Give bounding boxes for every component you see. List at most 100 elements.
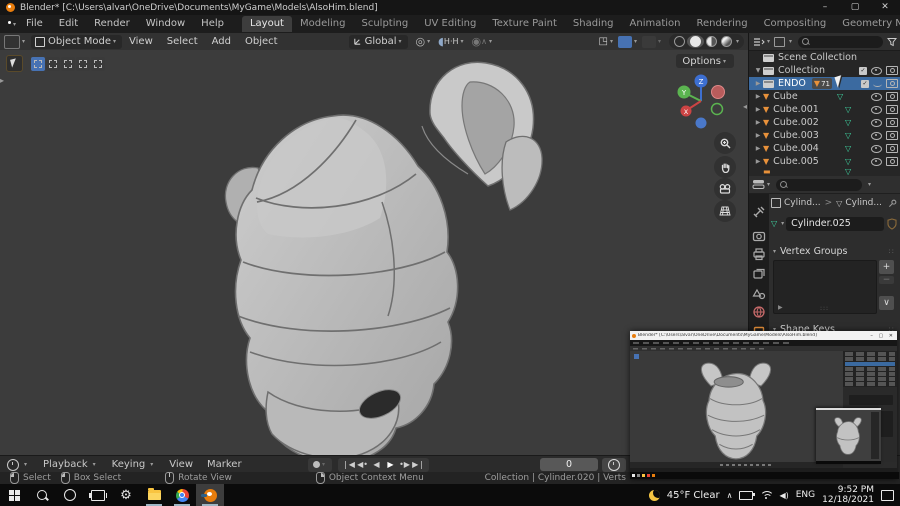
- eye-visible-icon[interactable]: [871, 92, 882, 101]
- tab-shading[interactable]: Shading: [565, 16, 622, 32]
- outliner-row-collection[interactable]: ▼ Collection ✓: [749, 64, 900, 77]
- disclosure-closed-icon[interactable]: ▶: [753, 145, 763, 152]
- action-center-icon[interactable]: [881, 489, 894, 501]
- battery-icon[interactable]: [739, 490, 755, 500]
- menu-keying[interactable]: Keying ▾: [105, 459, 163, 470]
- tab-geometry-nodes[interactable]: Geometry Nod: [834, 16, 900, 32]
- cortana-button[interactable]: [56, 484, 84, 506]
- eye-visible-icon[interactable]: [871, 131, 882, 140]
- outliner-display-mode-icon[interactable]: [753, 37, 765, 47]
- pivot-point-icon[interactable]: ◎: [416, 35, 426, 48]
- tab-view-layer-icon[interactable]: [752, 267, 766, 281]
- current-frame-field[interactable]: 0: [540, 458, 598, 471]
- disclosure-closed-icon[interactable]: ▶: [753, 93, 763, 100]
- rendered-shading-icon[interactable]: [720, 36, 732, 47]
- menu-select[interactable]: Select: [160, 36, 205, 47]
- mode-selector[interactable]: Object Mode ▾: [31, 34, 123, 49]
- fake-user-shield-icon[interactable]: [887, 217, 897, 230]
- camera-render-icon[interactable]: [886, 157, 898, 166]
- hidden-icons-chevron[interactable]: ∧: [727, 491, 733, 500]
- list-expand-icon[interactable]: ▶: [778, 304, 783, 311]
- editor-type-icon[interactable]: [4, 34, 20, 49]
- eye-visible-icon[interactable]: [871, 144, 882, 153]
- eye-visible-icon[interactable]: [871, 157, 882, 166]
- minimize-button[interactable]: –: [810, 0, 840, 15]
- breadcrumb-object[interactable]: Cylind...: [784, 198, 821, 208]
- close-button[interactable]: ✕: [870, 0, 900, 15]
- menu-marker[interactable]: Marker: [200, 459, 249, 470]
- menu-help[interactable]: Help: [193, 15, 232, 33]
- collection-checkbox[interactable]: ✓: [861, 79, 869, 88]
- stopwatch-button[interactable]: [602, 457, 626, 472]
- start-button[interactable]: [0, 484, 28, 506]
- vertex-group-specials-button[interactable]: ∨: [879, 296, 894, 310]
- eye-visible-icon[interactable]: [871, 66, 882, 75]
- settings-button[interactable]: ⚙: [112, 484, 140, 506]
- select-mode-intersect-icon[interactable]: [91, 56, 105, 71]
- menu-window[interactable]: Window: [138, 15, 193, 33]
- disclosure-closed-icon[interactable]: ▶: [753, 106, 763, 113]
- tab-world-icon[interactable]: [752, 305, 766, 319]
- transform-orientation[interactable]: Global ▾: [348, 34, 408, 49]
- task-view-button[interactable]: [84, 484, 112, 506]
- jump-to-end-icon[interactable]: ▶❘: [412, 460, 425, 469]
- tab-uv-editing[interactable]: UV Editing: [416, 16, 484, 32]
- wireframe-shading-icon[interactable]: [673, 36, 685, 47]
- zoom-view-icon[interactable]: [714, 132, 736, 154]
- wifi-icon[interactable]: [760, 490, 773, 500]
- show-overlays-icon[interactable]: [617, 35, 632, 48]
- material-shading-icon[interactable]: [705, 36, 717, 47]
- tab-scene-icon[interactable]: [752, 287, 766, 301]
- eye-hidden-icon[interactable]: [873, 81, 882, 87]
- disclosure-closed-icon[interactable]: ▶: [753, 119, 763, 126]
- show-gizmo-icon[interactable]: ◳: [598, 36, 607, 47]
- outliner-row-cube005[interactable]: ▶ ▼ Cube.005 ▽: [749, 155, 900, 168]
- vertex-groups-panel-header[interactable]: ▾ Vertex Groups ::: [771, 244, 899, 258]
- select-mode-subtract-icon[interactable]: [61, 56, 75, 71]
- pin-icon[interactable]: [888, 199, 897, 208]
- options-button[interactable]: Options ▾: [676, 54, 734, 68]
- camera-render-icon[interactable]: [886, 144, 898, 153]
- camera-render-icon[interactable]: [886, 118, 898, 127]
- toolbar-expand-icon[interactable]: ▸: [0, 76, 4, 85]
- weather-text[interactable]: 45°F Clear: [667, 490, 720, 501]
- outliner-row-endo[interactable]: ▶ ENDO ▼ 71 ✓: [749, 77, 900, 90]
- eye-visible-icon[interactable]: [871, 105, 882, 114]
- filter-funnel-icon[interactable]: [887, 37, 897, 47]
- outliner-search-input[interactable]: [798, 35, 883, 48]
- properties-editor-icon[interactable]: [752, 179, 765, 190]
- disclosure-closed-icon[interactable]: ▶: [753, 80, 763, 87]
- navigation-gizmo[interactable]: Z Y X: [672, 72, 730, 130]
- select-mode-invert-icon[interactable]: [76, 56, 90, 71]
- select-mode-new-icon[interactable]: [31, 56, 45, 71]
- previous-keyframe-icon[interactable]: ◀•: [356, 460, 369, 469]
- clock-date[interactable]: 9:52 PM 12/18/2021: [822, 485, 874, 505]
- disclosure-open-icon[interactable]: ▼: [753, 67, 763, 74]
- outliner-row-cube004[interactable]: ▶ ▼ Cube.004 ▽: [749, 142, 900, 155]
- outliner-row-cube003[interactable]: ▶ ▼ Cube.003 ▽: [749, 129, 900, 142]
- panel-grip-icon[interactable]: ::: [888, 247, 895, 255]
- pan-view-hand-icon[interactable]: [714, 156, 736, 178]
- tab-compositing[interactable]: Compositing: [756, 16, 835, 32]
- camera-render-icon[interactable]: [886, 105, 898, 114]
- outliner-row-scene-collection[interactable]: Scene Collection: [749, 51, 900, 64]
- properties-search-input[interactable]: [776, 178, 863, 191]
- proportional-edit-icon[interactable]: ◉: [472, 35, 482, 48]
- disclosure-closed-icon[interactable]: ▶: [753, 158, 763, 165]
- tab-texture-paint[interactable]: Texture Paint: [484, 16, 565, 32]
- pip-titlebar[interactable]: Blender* [C:\Users\alvar\OneDrive\Docume…: [630, 331, 897, 340]
- orthographic-toggle-icon[interactable]: [714, 200, 736, 222]
- play-reverse-icon[interactable]: ◀: [370, 460, 383, 469]
- file-explorer-button[interactable]: [140, 484, 168, 506]
- remove-vertex-group-button[interactable]: −: [879, 276, 894, 285]
- camera-render-icon[interactable]: [886, 92, 898, 101]
- outliner-row-cube001[interactable]: ▶ ▼ Cube.001 ▽: [749, 103, 900, 116]
- chrome-button[interactable]: [168, 484, 196, 506]
- camera-render-icon[interactable]: [886, 79, 898, 88]
- menu-add[interactable]: Add: [205, 36, 238, 47]
- sidebar-collapse-icon[interactable]: ◂: [743, 102, 747, 111]
- pip-preview-window[interactable]: Blender* [C:\Users\alvar\OneDrive\Docume…: [630, 331, 899, 479]
- auto-keying-toggle[interactable]: ▾: [308, 457, 333, 472]
- camera-render-icon[interactable]: [886, 131, 898, 140]
- menu-view-timeline[interactable]: View: [162, 459, 200, 470]
